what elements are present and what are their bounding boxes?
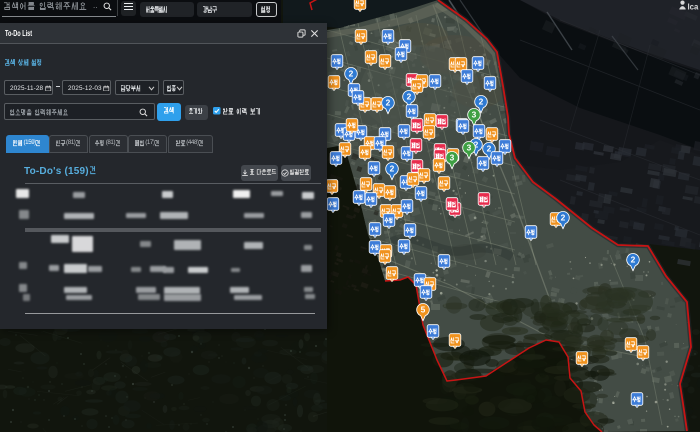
svg-text:lca: lca [688, 2, 700, 11]
